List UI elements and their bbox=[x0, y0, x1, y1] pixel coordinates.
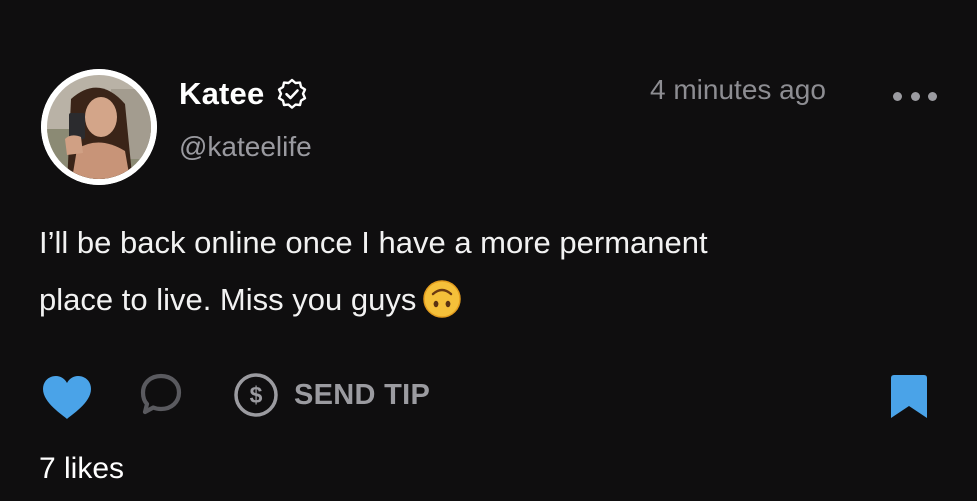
comment-icon bbox=[140, 373, 182, 415]
like-button[interactable] bbox=[41, 375, 93, 421]
upside-down-face-icon bbox=[422, 279, 462, 319]
heart-icon bbox=[43, 376, 91, 419]
post-text-line: place to live. Miss you guys bbox=[39, 282, 417, 317]
author-row: Katee bbox=[179, 74, 308, 114]
send-tip-button[interactable]: $ SEND TIP bbox=[232, 369, 430, 421]
dollar-circle-icon: $ bbox=[234, 373, 278, 417]
post-text: I’ll be back online once I have a more p… bbox=[39, 214, 919, 328]
avatar-photo bbox=[41, 69, 157, 185]
post-timestamp: 4 minutes ago bbox=[650, 74, 826, 105]
comment-button[interactable] bbox=[138, 372, 184, 418]
avatar[interactable] bbox=[41, 69, 157, 185]
bookmark-button[interactable] bbox=[889, 374, 929, 420]
dot bbox=[910, 91, 920, 101]
dot bbox=[893, 91, 902, 101]
send-tip-label: SEND TIP bbox=[294, 378, 431, 411]
dot bbox=[928, 91, 937, 101]
post-text-line: I’ll be back online once I have a more p… bbox=[39, 225, 708, 260]
verified-badge-icon bbox=[276, 78, 308, 110]
author-handle[interactable]: @kateelife bbox=[179, 131, 312, 163]
display-name[interactable]: Katee bbox=[179, 76, 264, 112]
bookmark-icon bbox=[891, 375, 927, 418]
post-card: Katee @kateelife 4 minutes ago I’ll be b… bbox=[0, 0, 977, 501]
more-options-icon[interactable] bbox=[893, 86, 937, 106]
likes-count[interactable]: 7 likes bbox=[39, 452, 124, 486]
svg-text:$: $ bbox=[250, 382, 263, 408]
post-text-line-with-emoji: place to live. Miss you guys bbox=[39, 271, 919, 328]
